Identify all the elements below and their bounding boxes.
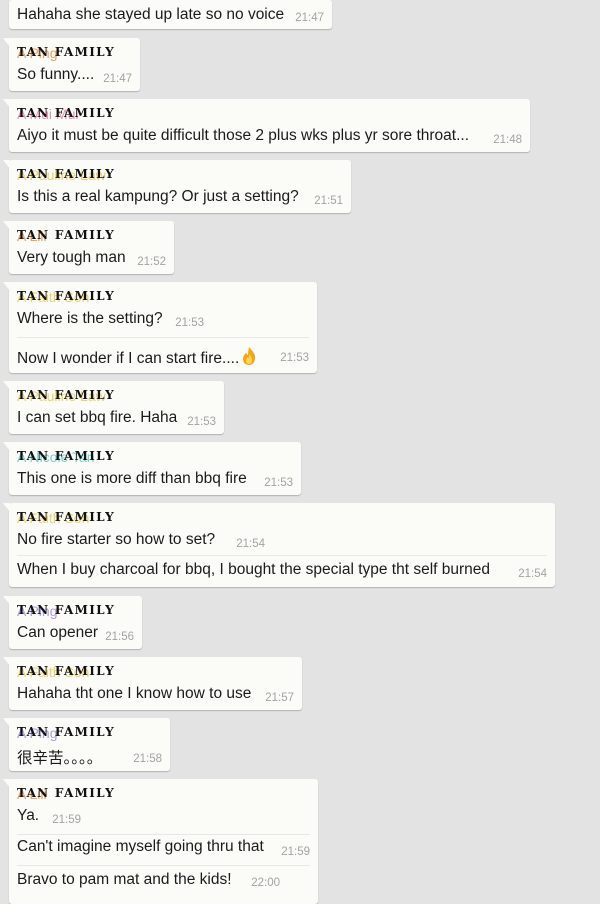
sender-header: A Lili TAN FAMILY (17, 224, 166, 244)
message-row: Now I wonder if I can start fire.... 21:… (17, 337, 309, 374)
sender-header: A Ping TAN FAMILY (17, 599, 134, 619)
message-text: This one is more diff than bbq fire (17, 470, 247, 487)
message-time: 21:52 (137, 256, 166, 268)
sender-header: A Ping TAN FAMILY (17, 41, 132, 61)
fire-emoji-icon (243, 347, 256, 365)
message-bubble[interactable]: A Faith Soh TAN FAMILY No fire starter s… (3, 503, 555, 587)
message-text: Ya. (17, 807, 40, 824)
message-time: 21:47 (103, 73, 132, 85)
message-bubble[interactable]: A Pauline Law TAN FAMILY Is this a real … (3, 160, 351, 213)
message-text: So funny.... (17, 66, 95, 83)
sender-header: A Faith Soh TAN FAMILY (17, 660, 294, 680)
group-tag: TAN FAMILY (17, 228, 115, 242)
message-time: 21:59 (281, 846, 310, 858)
message-time: 21:57 (265, 692, 294, 704)
sender-header: A Faith Soh TAN FAMILY (17, 506, 547, 526)
message-text: Now I wonder if I can start fire.... (17, 346, 259, 368)
message-time: 21:53 (187, 416, 216, 428)
message-bubble[interactable]: Hahaha she stayed up late so no voice 21… (9, 0, 332, 29)
message-text: Aiyo it must be quite difficult those 2 … (17, 127, 470, 144)
group-tag: TAN FAMILY (17, 786, 115, 800)
message-time: 22:00 (251, 877, 280, 889)
message-text: Hahaha she stayed up late so no voice (17, 6, 285, 23)
group-tag: TAN FAMILY (17, 603, 115, 617)
message-text: Where is the setting? (17, 310, 163, 327)
group-tag: TAN FAMILY (17, 289, 115, 303)
message-time: 21:54 (236, 538, 265, 550)
message-text: Is this a real kampung? Or just a settin… (17, 188, 299, 205)
message-row: When I buy charcoal for bbq, I bought th… (17, 555, 547, 586)
message-text: Very tough man (17, 249, 126, 266)
group-tag: TAN FAMILY (17, 167, 115, 181)
message-time: 21:56 (105, 631, 134, 643)
message-bubble[interactable]: A Lili TAN FAMILY Very tough man 21:52 (3, 221, 174, 274)
message-row: No fire starter so how to set? 21:54 (17, 526, 547, 555)
message-time: 21:53 (175, 317, 204, 329)
message-time: 21:47 (295, 12, 324, 24)
message-text: I can set bbq fire. Haha (17, 409, 178, 426)
group-tag: TAN FAMILY (17, 106, 115, 120)
group-tag: TAN FAMILY (17, 664, 115, 678)
message-text: When I buy charcoal for bbq, I bought th… (17, 561, 491, 578)
message-row: Ya. 21:59 (17, 802, 310, 834)
message-bubble[interactable]: A Ping TAN FAMILY So funny.... 21:47 (3, 38, 140, 91)
message-bubble[interactable]: A Mui Mui TAN FAMILY Aiyo it must be qui… (3, 99, 530, 152)
message-row: Bravo to pam mat and the kids! 22:00 (17, 865, 310, 896)
message-row: Hahaha she stayed up late so no voice 21… (17, 0, 324, 29)
message-bubble[interactable]: A Faith Soh TAN FAMILY Hahaha tht one I … (3, 657, 302, 710)
message-row: Where is the setting? 21:53 (17, 305, 309, 337)
message-time: 21:58 (133, 753, 162, 765)
group-tag: TAN FAMILY (17, 510, 115, 524)
message-bubble[interactable]: A Ping TAN FAMILY 很辛苦。。。。 21:58 (3, 718, 170, 771)
group-tag: TAN FAMILY (17, 45, 115, 59)
message-text: 很辛苦。。。。 (17, 750, 103, 767)
message-text: Can't imagine myself going thru that (17, 838, 264, 855)
sender-header: A Ping TAN FAMILY (17, 721, 162, 741)
sender-header: A Mui Mui TAN FAMILY (17, 102, 522, 122)
message-row: Hahaha tht one I know how to use 21:57 (17, 680, 294, 710)
message-text: No fire starter so how to set? (17, 531, 216, 548)
message-row: I can set bbq fire. Haha 21:53 (17, 404, 216, 434)
group-tag: TAN FAMILY (17, 388, 115, 402)
message-time: 21:59 (52, 814, 81, 826)
message-bubble[interactable]: A Nicole Tan TAN FAMILY This one is more… (3, 442, 301, 495)
message-bubble[interactable]: A Ping TAN FAMILY Can opener 21:56 (3, 596, 142, 649)
sender-header: A Faith Soh TAN FAMILY (17, 285, 309, 305)
message-row: Very tough man 21:52 (17, 244, 166, 274)
message-row: Is this a real kampung? Or just a settin… (17, 183, 343, 213)
message-row: 很辛苦。。。。 21:58 (17, 741, 162, 771)
message-row: So funny.... 21:47 (17, 61, 132, 91)
message-text: Hahaha tht one I know how to use (17, 685, 252, 702)
message-time: 21:54 (518, 568, 547, 580)
message-bubble[interactable]: A Lili TAN FAMILY Ya. 21:59 Can't imagin… (3, 779, 318, 904)
message-text: Can opener (17, 624, 99, 641)
message-row: This one is more diff than bbq fire 21:5… (17, 465, 293, 495)
group-tag: TAN FAMILY (17, 449, 115, 463)
message-text-content: Now I wonder if I can start fire.... (17, 350, 240, 367)
sender-header: A Lili TAN FAMILY (17, 782, 310, 802)
message-row: Can't imagine myself going thru that 21:… (17, 834, 310, 865)
message-time: 21:53 (280, 352, 309, 364)
message-text: Bravo to pam mat and the kids! (17, 871, 232, 888)
message-row: Can opener 21:56 (17, 619, 134, 649)
sender-header: A Pauline Law TAN FAMILY (17, 163, 343, 183)
message-row: Aiyo it must be quite difficult those 2 … (17, 122, 522, 152)
message-time: 21:53 (264, 477, 293, 489)
message-bubble[interactable]: A Faith Soh TAN FAMILY Where is the sett… (3, 282, 317, 374)
message-time: 21:51 (314, 195, 343, 207)
message-bubble[interactable]: A Pauline Law TAN FAMILY I can set bbq f… (3, 381, 224, 434)
group-tag: TAN FAMILY (17, 725, 115, 739)
sender-header: A Pauline Law TAN FAMILY (17, 384, 216, 404)
message-time: 21:48 (493, 134, 522, 146)
sender-header: A Nicole Tan TAN FAMILY (17, 445, 293, 465)
